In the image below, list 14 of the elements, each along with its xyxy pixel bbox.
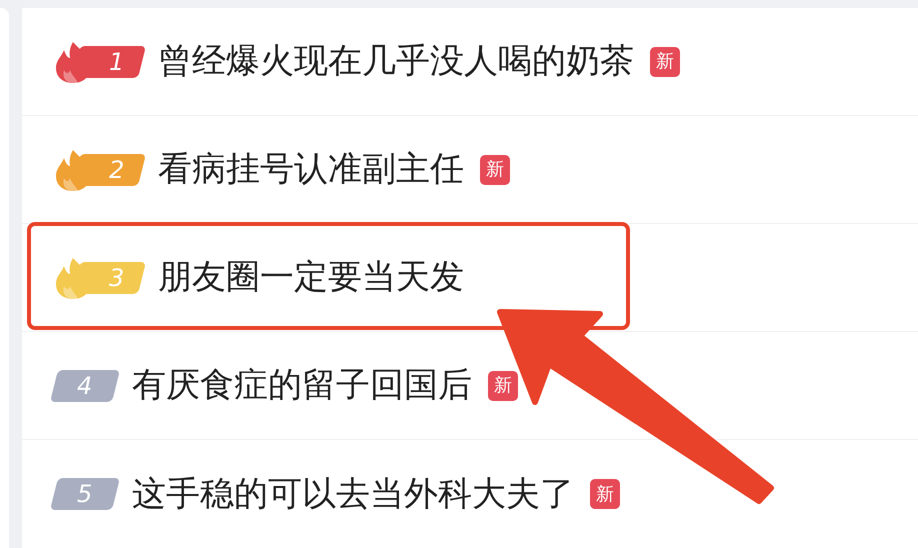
new-badge: 新 [650, 46, 680, 76]
topic-title[interactable]: 曾经爆火现在几乎没人喝的奶茶 [158, 36, 634, 87]
topic-title[interactable]: 有厌食症的留子回国后 [132, 360, 472, 411]
topic-row[interactable]: 2 看病挂号认准副主任 新 [22, 116, 918, 224]
topic-title[interactable]: 看病挂号认准副主任 [158, 144, 464, 195]
rank-badge: 5 [50, 478, 120, 510]
new-badge: 新 [488, 370, 518, 400]
new-badge: 新 [480, 154, 510, 184]
topic-row[interactable]: 1 曾经爆火现在几乎没人喝的奶茶 新 [22, 8, 918, 116]
topic-title[interactable]: 这手稳的可以去当外科大夫了 [132, 468, 574, 520]
new-badge: 新 [590, 479, 620, 509]
topic-title[interactable]: 朋友圈一定要当天发 [158, 252, 464, 303]
topic-row[interactable]: 5 这手稳的可以去当外科大夫了 新 [22, 440, 918, 548]
rank-badge: 4 [50, 370, 120, 402]
